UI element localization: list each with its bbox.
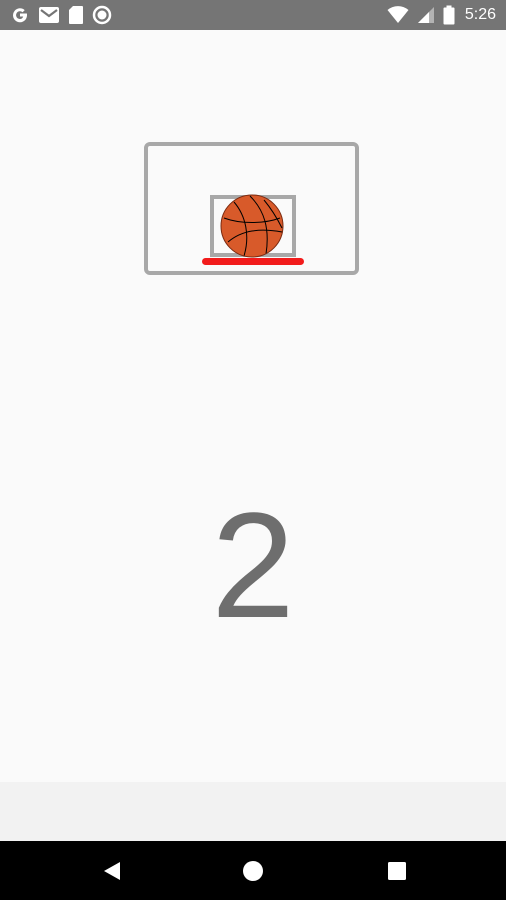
bottom-strip [0, 782, 506, 841]
battery-icon [443, 5, 455, 25]
status-clock: 5:26 [464, 6, 496, 23]
google-icon [10, 5, 30, 25]
notification-icons [10, 4, 112, 26]
signal-icon [417, 6, 435, 24]
game-area[interactable]: 2 [0, 30, 506, 782]
system-icons: 5:26 [387, 4, 496, 26]
back-icon [104, 862, 120, 880]
circle-record-icon [92, 5, 112, 25]
recents-icon [388, 862, 406, 880]
sd-card-icon [68, 5, 84, 25]
basketball-icon [220, 194, 284, 258]
wifi-icon [387, 6, 409, 24]
status-bar: 5:26 [0, 0, 506, 30]
home-icon [243, 861, 263, 881]
back-button[interactable] [99, 859, 125, 883]
score-counter: 2 [211, 481, 295, 649]
navigation-bar [0, 841, 506, 900]
recents-button[interactable] [384, 859, 410, 883]
home-button[interactable] [240, 859, 266, 883]
basketball[interactable] [220, 194, 284, 258]
gmail-icon [38, 6, 60, 24]
hoop-rim [202, 258, 304, 265]
